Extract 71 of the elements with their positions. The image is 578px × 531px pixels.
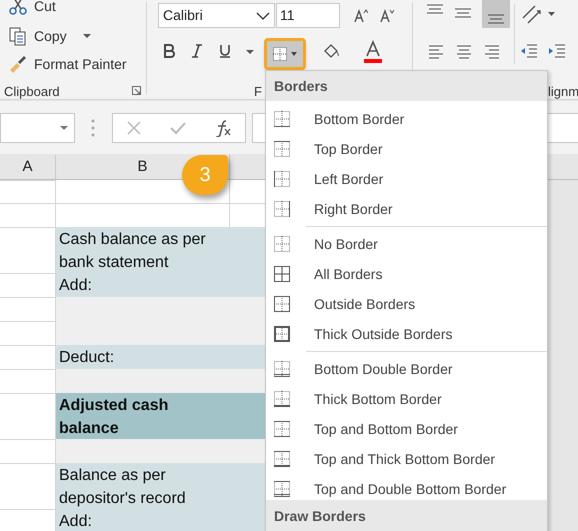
increase-font-size-icon <box>354 8 368 22</box>
table-cell: Balance as per depositor's record Add: <box>56 463 265 531</box>
caret-icon <box>291 52 297 56</box>
bold-icon <box>163 44 175 58</box>
checkmark-icon <box>168 120 187 136</box>
caret-icon <box>246 50 254 55</box>
center-icon <box>456 44 472 60</box>
border-style-icon <box>274 481 290 497</box>
align-right-icon <box>484 44 500 60</box>
border-style-icon <box>274 171 290 187</box>
menu-section-header: Borders <box>266 71 547 101</box>
border-style-icon <box>274 266 290 282</box>
increase-indent-icon <box>548 44 566 60</box>
cancel-icon <box>126 120 142 136</box>
clipboard-format-painter-button[interactable]: Format Painter <box>8 52 127 76</box>
function-icon <box>214 119 232 137</box>
border-style-icon <box>274 141 290 157</box>
scissors-icon <box>8 0 28 16</box>
border-style-icon <box>274 451 290 467</box>
table-cell: Adjusted cash balance <box>56 393 265 439</box>
borders-button[interactable] <box>264 38 306 70</box>
font-color-icon <box>364 40 382 64</box>
border-style-icon <box>274 111 290 127</box>
bottom-align-button[interactable] <box>482 0 510 28</box>
text-orientation-icon <box>520 4 542 24</box>
border-style-icon <box>274 236 290 252</box>
border-style-icon <box>274 296 290 312</box>
menu-item[interactable]: Top Border <box>266 134 547 164</box>
menu-item[interactable]: Top and Bottom Border <box>266 414 547 444</box>
top-align-icon <box>426 4 444 16</box>
table-cell: Deduct: <box>56 345 265 369</box>
border-style-icon <box>274 391 290 407</box>
align-left-icon <box>428 44 444 60</box>
caret-icon <box>60 126 68 130</box>
menu-item[interactable]: Bottom Border <box>266 104 547 134</box>
menu-item[interactable]: Thick Bottom Border <box>266 384 547 414</box>
caret-icon <box>82 34 91 38</box>
caret-icon <box>548 12 555 16</box>
dialog-launcher-icon <box>132 86 141 95</box>
italic-icon <box>191 44 203 58</box>
group-label: lignm <box>548 83 578 101</box>
decrease-indent-icon <box>520 44 538 60</box>
paintbrush-icon <box>8 54 28 74</box>
menu-section-header: Draw Borders <box>266 500 547 531</box>
menu-item[interactable]: Right Border <box>266 194 547 224</box>
border-grid-icon <box>273 47 287 61</box>
clipboard-copy-button[interactable]: Copy <box>8 24 91 48</box>
bottom-align-icon <box>487 12 505 24</box>
border-style-icon <box>274 361 290 377</box>
font-size-dropdown[interactable]: 11 <box>276 3 340 28</box>
drag-handle-icon <box>91 118 95 138</box>
menu-item[interactable]: Top and Thick Bottom Border <box>266 444 547 474</box>
chevron-icon <box>256 12 270 20</box>
clipboard-cut-button[interactable]: Cut <box>8 0 56 18</box>
decrease-font-size-icon <box>380 8 394 22</box>
menu-item[interactable]: Left Border <box>266 164 547 194</box>
group-label: F <box>254 83 262 101</box>
border-style-icon <box>274 201 290 217</box>
menu-item[interactable]: Thick Outside Borders <box>266 319 547 349</box>
menu-item[interactable]: Outside Borders <box>266 289 547 319</box>
border-style-icon <box>274 421 290 437</box>
group-label: Clipboard <box>4 83 60 101</box>
table-cell: Cash balance as per bank statement Add: <box>56 227 265 297</box>
copy-icon <box>8 26 28 46</box>
menu-item[interactable]: All Borders <box>266 259 547 289</box>
underline-icon <box>219 44 231 58</box>
menu-item[interactable]: No Border <box>266 229 547 259</box>
menu-item[interactable]: Bottom Double Border <box>266 354 547 384</box>
column-header[interactable]: A <box>0 155 56 179</box>
font-name-dropdown[interactable]: Calibri <box>158 3 275 28</box>
border-style-icon <box>274 326 290 342</box>
